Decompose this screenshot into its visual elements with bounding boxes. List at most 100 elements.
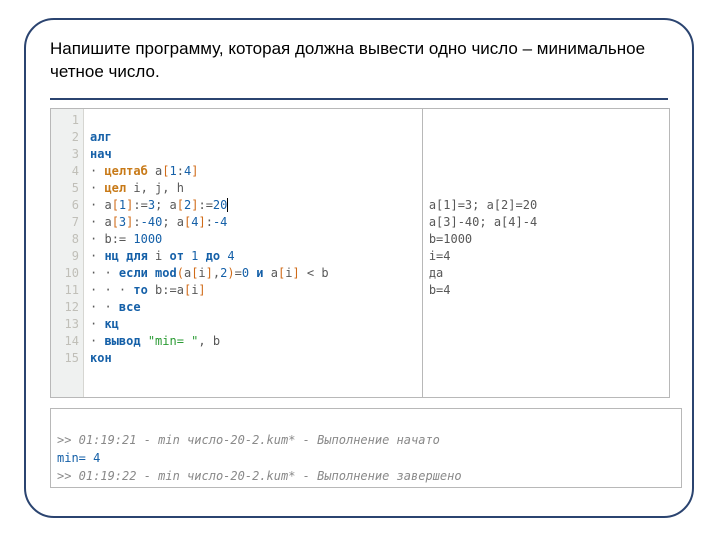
console-line: >> 01:19:21 - min число-20-2.kum* - Выпо… xyxy=(57,433,440,447)
ln: 6 xyxy=(51,197,79,214)
vr xyxy=(429,130,436,144)
kw: нач xyxy=(90,147,112,161)
rest: , b xyxy=(198,334,220,348)
br: ] xyxy=(198,215,205,229)
sep: : xyxy=(177,164,184,178)
vr: да xyxy=(429,266,443,280)
console-out: min= xyxy=(57,451,93,465)
op: : xyxy=(133,215,140,229)
num: -4 xyxy=(213,215,227,229)
vr xyxy=(429,181,436,195)
title-line-2: четное число. xyxy=(50,62,160,81)
ln: 8 xyxy=(51,231,79,248)
dot: · xyxy=(90,198,104,212)
num: -40 xyxy=(141,215,163,229)
dot: · xyxy=(90,317,104,331)
dot: · · xyxy=(90,300,119,314)
vr: i=4 xyxy=(429,249,451,263)
fn: mod xyxy=(155,266,177,280)
dot: · xyxy=(90,215,104,229)
kw: нц для xyxy=(104,249,155,263)
kw: от xyxy=(162,249,191,263)
id: i xyxy=(198,266,205,280)
br: ) xyxy=(227,266,234,280)
op: := xyxy=(112,232,134,246)
console-val: 4 xyxy=(93,451,100,465)
id: b xyxy=(104,232,111,246)
ln: 14 xyxy=(51,333,79,350)
id: a xyxy=(170,198,177,212)
dot: · xyxy=(90,181,104,195)
expr: b:=a xyxy=(155,283,184,297)
kw: то xyxy=(133,283,155,297)
dot: · · · xyxy=(90,283,133,297)
ln: 4 xyxy=(51,163,79,180)
rest: < b xyxy=(300,266,329,280)
vr xyxy=(429,147,436,161)
br: ( xyxy=(177,266,184,280)
divider xyxy=(50,98,668,100)
br: [ xyxy=(112,198,119,212)
ide-area: 1 2 3 4 5 6 7 8 9 10 11 12 13 14 15 алг … xyxy=(50,108,670,398)
kw: вывод xyxy=(104,334,147,348)
num: 20 xyxy=(213,198,228,212)
console-line: >> 01:19:22 - min число-20-2.kum* - Выпо… xyxy=(57,469,462,483)
id: a xyxy=(271,266,278,280)
num: 0 xyxy=(242,266,249,280)
id: a xyxy=(177,215,184,229)
ln: 10 xyxy=(51,265,79,282)
code-pane[interactable]: 1 2 3 4 5 6 7 8 9 10 11 12 13 14 15 алг … xyxy=(50,108,423,398)
ln: 11 xyxy=(51,282,79,299)
slide-frame: Напишите программу, которая должна вывес… xyxy=(24,18,694,518)
ln: 12 xyxy=(51,299,79,316)
kw: если xyxy=(119,266,155,280)
ln: 15 xyxy=(51,350,79,367)
br: ] xyxy=(191,164,198,178)
vr xyxy=(429,164,436,178)
kw: цел xyxy=(104,181,133,195)
dot: · · xyxy=(90,266,119,280)
op: := xyxy=(133,198,147,212)
console-output: >> 01:19:21 - min число-20-2.kum* - Выпо… xyxy=(50,408,682,488)
vr: b=1000 xyxy=(429,232,472,246)
task-title: Напишите программу, которая должна вывес… xyxy=(50,38,668,84)
num: 1000 xyxy=(133,232,162,246)
num: 3 xyxy=(148,198,155,212)
op: := xyxy=(198,198,212,212)
vr: a[3]-40; a[4]-4 xyxy=(429,215,537,229)
kw: до xyxy=(198,249,227,263)
vars: i, j, h xyxy=(133,181,184,195)
br: [ xyxy=(162,164,169,178)
br: ] xyxy=(206,266,213,280)
ln: 9 xyxy=(51,248,79,265)
ln: 13 xyxy=(51,316,79,333)
ln: 1 xyxy=(51,112,79,129)
code-editor[interactable]: алг нач · целтаб a[1:4] · цел i, j, h · … xyxy=(84,109,335,397)
vr: b=4 xyxy=(429,283,451,297)
dot: · xyxy=(90,334,104,348)
ln: 5 xyxy=(51,180,79,197)
br: ] xyxy=(198,283,205,297)
vars-pane: a[1]=3; a[2]=20 a[3]-40; a[4]-4 b=1000 i… xyxy=(423,108,670,398)
vr: a[1]=3; a[2]=20 xyxy=(429,198,537,212)
line-gutter: 1 2 3 4 5 6 7 8 9 10 11 12 13 14 15 xyxy=(51,109,84,397)
br: [ xyxy=(177,198,184,212)
sep: ; xyxy=(162,215,176,229)
ln: 3 xyxy=(51,146,79,163)
dot: · xyxy=(90,232,104,246)
title-line-1: Напишите программу, которая должна вывес… xyxy=(50,39,645,58)
num: 1 xyxy=(170,164,177,178)
kw: кон xyxy=(90,351,112,365)
ln: 2 xyxy=(51,129,79,146)
ln: 7 xyxy=(51,214,79,231)
id: a xyxy=(104,198,111,212)
op: : xyxy=(206,215,213,229)
kw: целтаб xyxy=(104,164,155,178)
kw: все xyxy=(119,300,141,314)
kw: и xyxy=(249,266,271,280)
string: "min= " xyxy=(148,334,199,348)
dot: · xyxy=(90,249,104,263)
op: = xyxy=(235,266,242,280)
kw: кц xyxy=(104,317,118,331)
kw: алг xyxy=(90,130,112,144)
